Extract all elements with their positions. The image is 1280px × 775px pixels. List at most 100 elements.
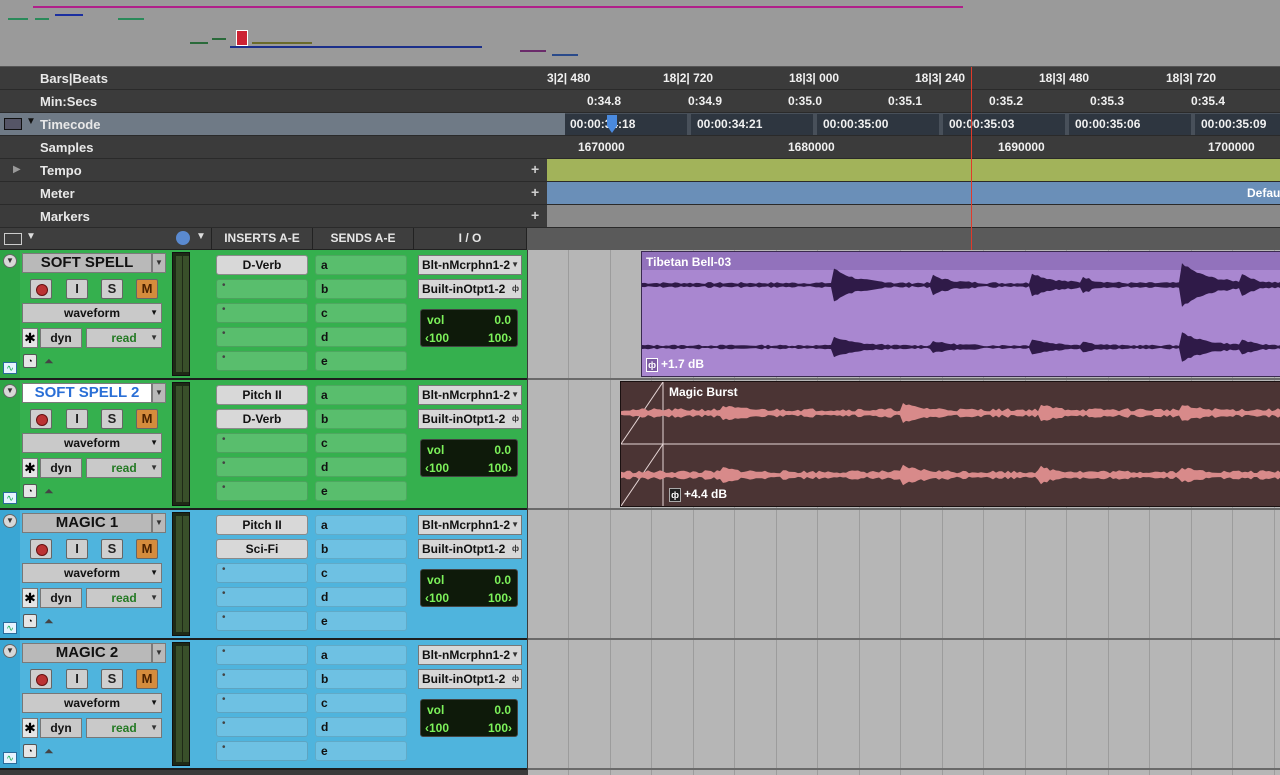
track-lane[interactable] (528, 510, 1280, 640)
track-view-selector[interactable]: waveform ▼ (22, 433, 162, 453)
track-collapse-icon[interactable]: ▼ (3, 384, 17, 398)
timebase-clock-icon[interactable]: ◔ (23, 354, 37, 368)
solo-button[interactable]: S (101, 409, 123, 429)
chevron-down-icon[interactable]: ▼ (152, 253, 166, 273)
playlist-icon[interactable]: ∿ (3, 752, 17, 764)
output-selector[interactable]: Built-inOtpt1-2 ф (418, 279, 522, 299)
edit-playlist[interactable]: Tibetan Bell-03 ф +1.7 dB Magic Burst ф +4… (528, 250, 1280, 775)
send-slot[interactable]: b (315, 279, 407, 299)
dyn-button[interactable]: dyn (40, 588, 82, 608)
send-slot[interactable]: d (315, 327, 407, 347)
send-slot[interactable]: a (315, 255, 407, 275)
asterisk-icon[interactable]: ✱ (22, 328, 38, 348)
volume-pan-display[interactable]: vol 0.0 ‹100 100› (420, 569, 518, 607)
record-enable-button[interactable] (30, 279, 52, 299)
mute-button[interactable]: M (136, 539, 158, 559)
ruler-bars-beats[interactable]: Bars|Beats 3|2| 480 18|2| 720 18|3| 000 … (0, 67, 1280, 90)
insert-slot-empty[interactable] (216, 457, 308, 477)
input-monitor-button[interactable]: I (66, 539, 88, 559)
send-slot[interactable]: a (315, 645, 407, 665)
send-slot[interactable]: e (315, 351, 407, 371)
send-slot[interactable]: e (315, 611, 407, 631)
add-tempo-icon[interactable]: + (531, 161, 539, 177)
insert-slot[interactable]: D-Verb (216, 409, 308, 429)
audio-clip-tibetan-bell[interactable]: Tibetan Bell-03 ф +1.7 dB (641, 251, 1280, 377)
timebase-clock-icon[interactable] (176, 231, 190, 245)
track-lane[interactable] (528, 640, 1280, 770)
send-slot[interactable]: e (315, 481, 407, 501)
track-name[interactable]: MAGIC 2 (22, 643, 152, 663)
track-header[interactable]: ▼ MAGIC 1 ▼ I S M waveform ▼ ✱ dyn read ▼ … (0, 510, 527, 640)
chevron-down-icon[interactable]: ▼ (152, 643, 166, 663)
automation-mode-selector[interactable]: read ▼ (86, 588, 162, 608)
insert-slot-empty[interactable] (216, 717, 308, 737)
insert-slot-empty[interactable] (216, 481, 308, 501)
output-selector[interactable]: Built-inOtpt1-2 ф (418, 669, 522, 689)
mute-button[interactable]: M (136, 669, 158, 689)
send-slot[interactable]: b (315, 669, 407, 689)
pan-right-value[interactable]: 100› (488, 331, 512, 345)
send-slot[interactable]: d (315, 717, 407, 737)
ruler-markers[interactable]: Markers + (0, 205, 1280, 228)
volume-value[interactable]: 0.0 (494, 443, 511, 457)
solo-button[interactable]: S (101, 279, 123, 299)
insert-slot-empty[interactable] (216, 433, 308, 453)
volume-value[interactable]: 0.0 (494, 313, 511, 327)
track-collapse-icon[interactable]: ▼ (3, 644, 17, 658)
insert-slot[interactable]: Pitch II (216, 515, 308, 535)
insert-slot-empty[interactable] (216, 327, 308, 347)
input-selector[interactable]: Blt-nMcrphn1-2 ▼ (418, 515, 522, 535)
track-collapse-icon[interactable]: ▼ (3, 254, 17, 268)
input-selector[interactable]: Blt-nMcrphn1-2 ▼ (418, 255, 522, 275)
insert-slot[interactable]: Pitch II (216, 385, 308, 405)
playlist-icon[interactable]: ∿ (3, 622, 17, 634)
disclosure-triangle-icon[interactable]: ▶ (13, 164, 21, 175)
session-overview[interactable] (0, 0, 1280, 67)
asterisk-icon[interactable]: ✱ (22, 458, 38, 478)
tempo-lane[interactable] (547, 159, 1280, 181)
track-view-selector[interactable]: waveform ▼ (22, 693, 162, 713)
track-view-icon[interactable] (4, 233, 22, 245)
pan-right-value[interactable]: 100› (488, 591, 512, 605)
send-slot[interactable]: b (315, 409, 407, 429)
asterisk-icon[interactable]: ✱ (22, 718, 38, 738)
ruler-view-icon[interactable] (4, 118, 22, 130)
input-monitor-button[interactable]: I (66, 409, 88, 429)
pan-right-value[interactable]: 100› (488, 721, 512, 735)
send-slot[interactable]: c (315, 563, 407, 583)
output-selector[interactable]: Built-inOtpt1-2 ф (418, 409, 522, 429)
insert-slot-empty[interactable] (216, 303, 308, 323)
playlist-icon[interactable]: ∿ (3, 492, 17, 504)
input-monitor-button[interactable]: I (66, 279, 88, 299)
insert-slot-empty[interactable] (216, 279, 308, 299)
send-slot[interactable]: c (315, 433, 407, 453)
insert-slot-empty[interactable] (216, 645, 308, 665)
chevron-down-icon[interactable]: ▼ (152, 513, 166, 533)
timebase-clock-icon[interactable]: ◔ (23, 744, 37, 758)
pan-right-value[interactable]: 100› (488, 461, 512, 475)
track-header[interactable]: ▼ SOFT SPELL ▼ I S M waveform ▼ ✱ dyn rea… (0, 250, 527, 380)
send-slot[interactable]: e (315, 741, 407, 761)
pan-left-value[interactable]: ‹100 (425, 591, 449, 605)
record-enable-button[interactable] (30, 409, 52, 429)
ruler-samples[interactable]: Samples 1670000 1680000 1690000 1700000 (0, 136, 1280, 159)
record-enable-button[interactable] (30, 539, 52, 559)
input-selector[interactable]: Blt-nMcrphn1-2 ▼ (418, 645, 522, 665)
mute-button[interactable]: M (136, 279, 158, 299)
track-header[interactable]: ▼ SOFT SPELL 2 ▼ I S M waveform ▼ ✱ dyn r… (0, 380, 527, 510)
timebase-clock-icon[interactable]: ◔ (23, 484, 37, 498)
asterisk-icon[interactable]: ✱ (22, 588, 38, 608)
input-selector[interactable]: Blt-nMcrphn1-2 ▼ (418, 385, 522, 405)
send-slot[interactable]: a (315, 515, 407, 535)
insert-slot-empty[interactable] (216, 611, 308, 631)
insert-slot-empty[interactable] (216, 741, 308, 761)
volume-pan-display[interactable]: vol 0.0 ‹100 100› (420, 699, 518, 737)
track-collapse-icon[interactable]: ▼ (3, 514, 17, 528)
send-slot[interactable]: c (315, 303, 407, 323)
volume-value[interactable]: 0.0 (494, 703, 511, 717)
track-name[interactable]: MAGIC 1 (22, 513, 152, 533)
send-slot[interactable]: b (315, 539, 407, 559)
track-header[interactable]: ▼ MAGIC 2 ▼ I S M waveform ▼ ✱ dyn read ▼ … (0, 640, 527, 770)
pan-left-value[interactable]: ‹100 (425, 461, 449, 475)
insert-slot-empty[interactable] (216, 669, 308, 689)
